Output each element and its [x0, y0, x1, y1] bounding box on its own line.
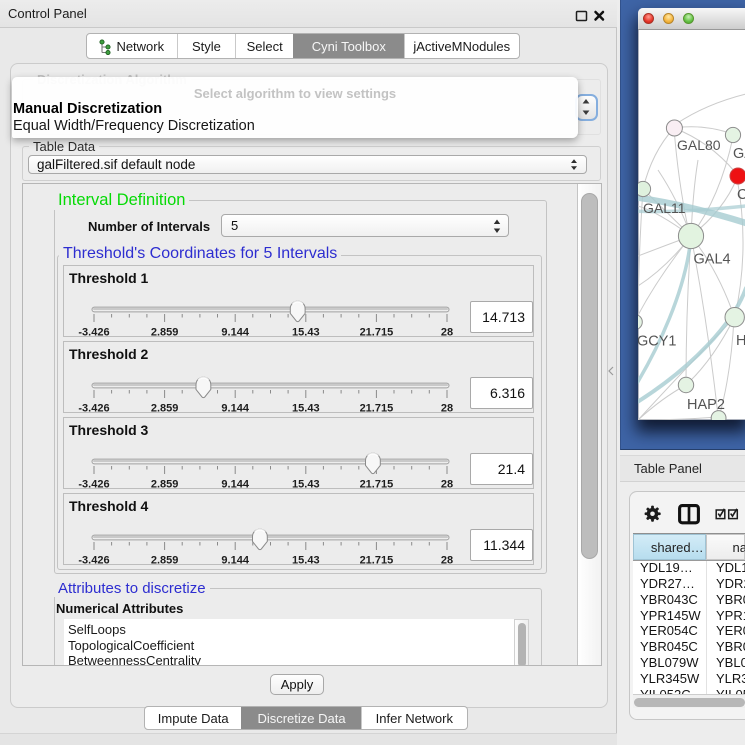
svg-text:-3.426: -3.426: [78, 479, 109, 491]
svg-text:GCY1: GCY1: [638, 334, 677, 350]
svg-text:-3.426: -3.426: [78, 327, 109, 339]
svg-text:2.859: 2.859: [151, 327, 179, 339]
svg-text:15.43: 15.43: [292, 403, 320, 415]
svg-text:H: H: [736, 333, 745, 349]
svg-text:21.715: 21.715: [360, 403, 394, 415]
svg-text:GAL11: GAL11: [643, 200, 686, 216]
svg-text:21.715: 21.715: [360, 555, 394, 567]
svg-text:9.144: 9.144: [221, 327, 249, 339]
svg-text:GAL4: GAL4: [694, 252, 731, 268]
svg-text:15.43: 15.43: [292, 327, 320, 339]
svg-text:-3.426: -3.426: [78, 403, 109, 415]
svg-text:15.43: 15.43: [292, 555, 320, 567]
svg-text:-3.426: -3.426: [78, 555, 109, 567]
svg-text:28: 28: [441, 327, 453, 339]
svg-text:9.144: 9.144: [221, 479, 249, 491]
svg-text:28: 28: [441, 555, 453, 567]
svg-text:9.144: 9.144: [221, 555, 249, 567]
svg-text:GA: GA: [733, 146, 745, 162]
svg-text:28: 28: [441, 479, 453, 491]
svg-text:21.715: 21.715: [360, 327, 394, 339]
svg-text:2.859: 2.859: [151, 555, 179, 567]
svg-text:C: C: [737, 187, 745, 203]
svg-text:9.144: 9.144: [221, 403, 249, 415]
svg-text:2.859: 2.859: [151, 479, 179, 491]
svg-text:21.715: 21.715: [360, 479, 394, 491]
svg-text:28: 28: [441, 403, 453, 415]
svg-text:HAP2: HAP2: [687, 397, 725, 413]
svg-text:2.859: 2.859: [151, 403, 179, 415]
svg-text:GAL80: GAL80: [677, 137, 721, 153]
svg-text:15.43: 15.43: [292, 479, 320, 491]
